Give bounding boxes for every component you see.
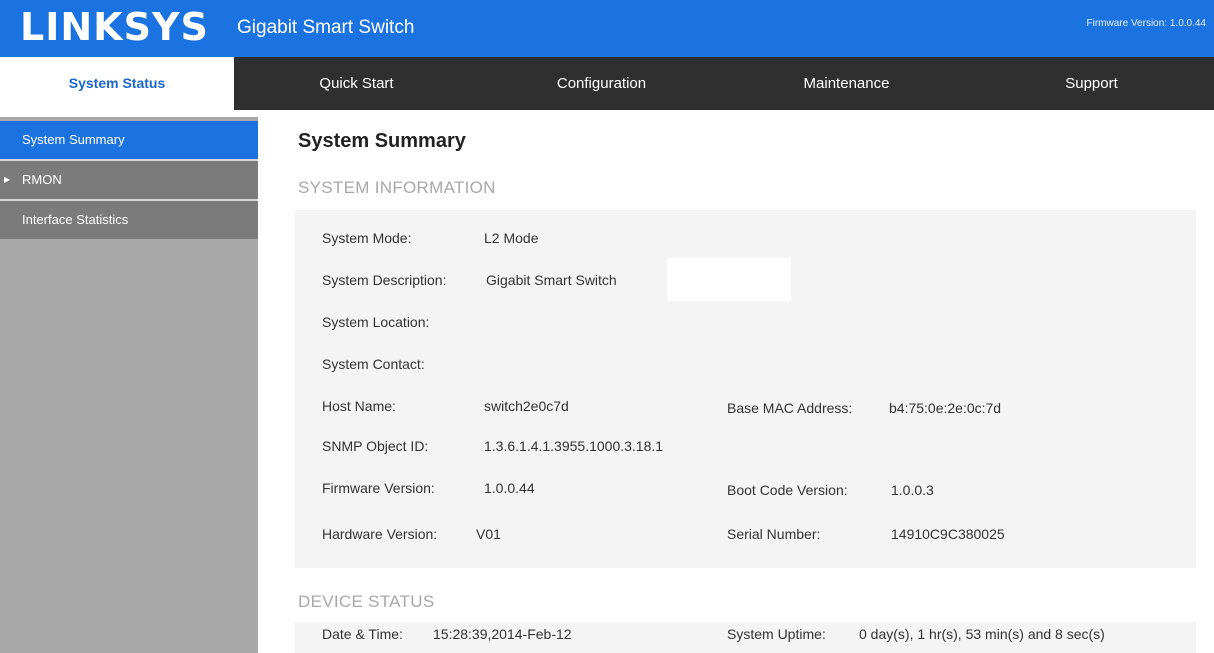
system-location-label: System Location: [322,314,430,330]
tab-quick-start[interactable]: Quick Start [234,57,479,110]
tab-support[interactable]: Support [969,57,1214,110]
firmware-version-label: Firmware Version: [322,480,435,496]
tab-maintenance[interactable]: Maintenance [724,57,969,110]
base-mac-value: b4:75:0e:2e:0c:7d [889,400,1002,416]
expand-arrow-icon: ▶ [4,175,11,184]
hardware-version-label: Hardware Version: [322,526,438,542]
date-time-label: Date & Time: [322,626,403,642]
system-uptime-value: 0 day(s), 1 hr(s), 53 min(s) and 8 sec(s… [859,626,1105,642]
linksys-logo: LINKSYS [20,5,209,49]
system-mode-label: System Mode: [322,230,412,246]
section-title-device-status: DEVICE STATUS [298,592,435,611]
section-title-system-information: SYSTEM INFORMATION [298,178,496,197]
base-mac-label: Base MAC Address: [727,400,853,416]
sidebar-item-system-summary[interactable]: System Summary [0,121,258,159]
tab-configuration[interactable]: Configuration [479,57,724,110]
host-name-value: switch2e0c7d [484,398,569,414]
snmp-object-id-value: 1.3.6.1.4.1.3955.1000.3.18.1 [484,438,664,454]
snmp-object-id-label: SNMP Object ID: [322,438,429,454]
host-name-label: Host Name: [322,398,396,414]
sidebar-item-interface-statistics[interactable]: Interface Statistics [0,201,258,239]
boot-code-version-label: Boot Code Version: [727,482,848,498]
header-bar: LINKSYS Gigabit Smart Switch Firmware Ve… [0,0,1214,57]
system-description-label: System Description: [322,272,447,288]
serial-number-label: Serial Number: [727,526,821,542]
system-contact-label: System Contact: [322,356,425,372]
sidebar-item-rmon[interactable]: ▶ RMON [0,161,258,199]
product-name: Gigabit Smart Switch [237,17,415,38]
sidebar-item-label: RMON [22,172,62,187]
system-mode-value: L2 Mode [484,230,539,246]
system-description-field-box [667,258,791,301]
system-uptime-label: System Uptime: [727,626,826,642]
main-nav: System Status Quick Start Configuration … [0,57,1214,110]
tab-system-status[interactable]: System Status [0,57,234,110]
page-title: System Summary [298,130,466,152]
hardware-version-value: V01 [476,526,501,542]
firmware-version-value: 1.0.0.44 [484,480,535,496]
date-time-value: 15:28:39,2014-Feb-12 [433,626,572,642]
boot-code-version-value: 1.0.0.3 [891,482,934,498]
header-firmware-version: Firmware Version: 1.0.0.44 [1086,18,1207,29]
serial-number-value: 14910C9C380025 [891,526,1005,542]
system-description-value: Gigabit Smart Switch [486,272,617,288]
sidebar: System Summary ▶ RMON Interface Statisti… [0,117,258,653]
